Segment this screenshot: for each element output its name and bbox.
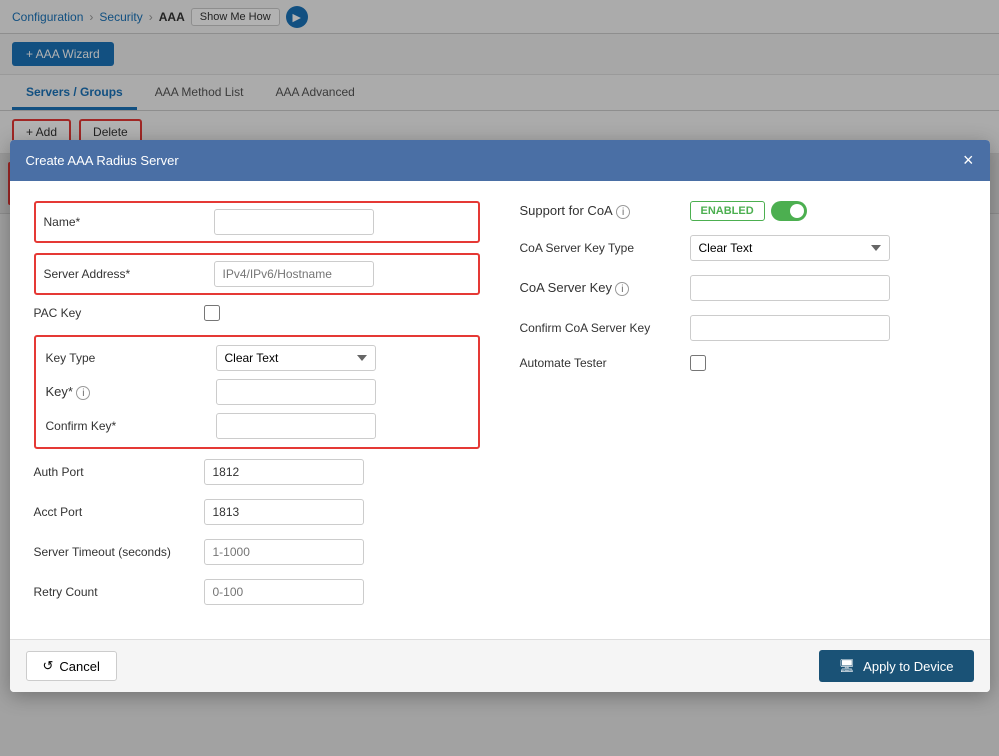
cancel-label: Cancel bbox=[59, 659, 99, 674]
toggle-switch[interactable] bbox=[771, 201, 807, 221]
apply-label: Apply to Device bbox=[863, 659, 953, 674]
key-row: Key* i bbox=[46, 379, 468, 405]
automate-tester-checkbox[interactable] bbox=[690, 355, 706, 371]
confirm-key-input[interactable] bbox=[216, 413, 376, 439]
confirm-coa-key-input[interactable] bbox=[690, 315, 890, 341]
modal-close-button[interactable]: × bbox=[963, 150, 974, 171]
modal-header: Create AAA Radius Server × bbox=[10, 140, 990, 181]
key-type-select[interactable]: Clear Text Encrypted bbox=[216, 345, 376, 371]
name-label: Name* bbox=[44, 215, 204, 229]
modal-footer: ↺ Cancel 🖥 Apply to Device bbox=[10, 639, 990, 692]
modal-body: Name* Server Address* PAC Key Key Type bbox=[10, 181, 990, 639]
auth-port-input[interactable] bbox=[204, 459, 364, 485]
coa-key-type-label: CoA Server Key Type bbox=[520, 241, 680, 255]
support-coa-row: Support for CoA i ENABLED bbox=[520, 201, 966, 221]
retry-count-row: Retry Count bbox=[34, 579, 480, 605]
cancel-icon: ↺ bbox=[43, 658, 54, 674]
modal: Create AAA Radius Server × Name* Server … bbox=[10, 140, 990, 692]
server-address-highlight-group: Server Address* bbox=[34, 253, 480, 295]
auth-port-label: Auth Port bbox=[34, 465, 194, 479]
retry-count-label: Retry Count bbox=[34, 585, 194, 599]
coa-info-icon[interactable]: i bbox=[616, 205, 630, 219]
coa-server-key-row: CoA Server Key i bbox=[520, 275, 966, 301]
auth-port-row: Auth Port bbox=[34, 459, 480, 485]
confirm-key-row: Confirm Key* bbox=[46, 413, 468, 439]
confirm-coa-key-row: Confirm CoA Server Key bbox=[520, 315, 966, 341]
coa-key-info-icon[interactable]: i bbox=[615, 282, 629, 296]
automate-tester-row: Automate Tester bbox=[520, 355, 966, 371]
key-label: Key* i bbox=[46, 384, 206, 401]
key-info-icon[interactable]: i bbox=[76, 386, 90, 400]
retry-count-input[interactable] bbox=[204, 579, 364, 605]
pac-key-checkbox[interactable] bbox=[204, 305, 220, 321]
pac-key-label: PAC Key bbox=[34, 306, 194, 320]
cancel-button[interactable]: ↺ Cancel bbox=[26, 651, 117, 681]
coa-key-type-row: CoA Server Key Type Clear Text Encrypted bbox=[520, 235, 966, 261]
pac-key-row: PAC Key bbox=[34, 305, 480, 321]
coa-server-key-label: CoA Server Key i bbox=[520, 280, 680, 297]
modal-overlay: Create AAA Radius Server × Name* Server … bbox=[0, 0, 999, 756]
support-coa-toggle[interactable]: ENABLED bbox=[690, 201, 807, 221]
automate-tester-label: Automate Tester bbox=[520, 356, 680, 370]
acct-port-input[interactable] bbox=[204, 499, 364, 525]
left-column: Name* Server Address* PAC Key Key Type bbox=[34, 201, 480, 619]
acct-port-label: Acct Port bbox=[34, 505, 194, 519]
key-input[interactable] bbox=[216, 379, 376, 405]
confirm-coa-key-label: Confirm CoA Server Key bbox=[520, 321, 680, 335]
name-highlight-group: Name* bbox=[34, 201, 480, 243]
key-type-row: Key Type Clear Text Encrypted bbox=[46, 345, 468, 371]
confirm-key-label: Confirm Key* bbox=[46, 419, 206, 433]
server-address-input[interactable] bbox=[214, 261, 374, 287]
key-group: Key Type Clear Text Encrypted Key* i bbox=[34, 335, 480, 449]
apply-button[interactable]: 🖥 Apply to Device bbox=[819, 650, 974, 682]
server-address-label: Server Address* bbox=[44, 267, 204, 281]
server-timeout-row: Server Timeout (seconds) bbox=[34, 539, 480, 565]
name-input[interactable] bbox=[214, 209, 374, 235]
coa-key-type-select[interactable]: Clear Text Encrypted bbox=[690, 235, 890, 261]
modal-title: Create AAA Radius Server bbox=[26, 153, 179, 168]
right-column: Support for CoA i ENABLED CoA Server Key… bbox=[520, 201, 966, 619]
coa-server-key-input[interactable] bbox=[690, 275, 890, 301]
apply-icon: 🖥 bbox=[839, 658, 856, 674]
acct-port-row: Acct Port bbox=[34, 499, 480, 525]
server-timeout-input[interactable] bbox=[204, 539, 364, 565]
support-coa-label: Support for CoA i bbox=[520, 203, 680, 220]
enabled-label: ENABLED bbox=[690, 201, 765, 221]
key-type-label: Key Type bbox=[46, 351, 206, 365]
server-timeout-label: Server Timeout (seconds) bbox=[34, 545, 194, 559]
